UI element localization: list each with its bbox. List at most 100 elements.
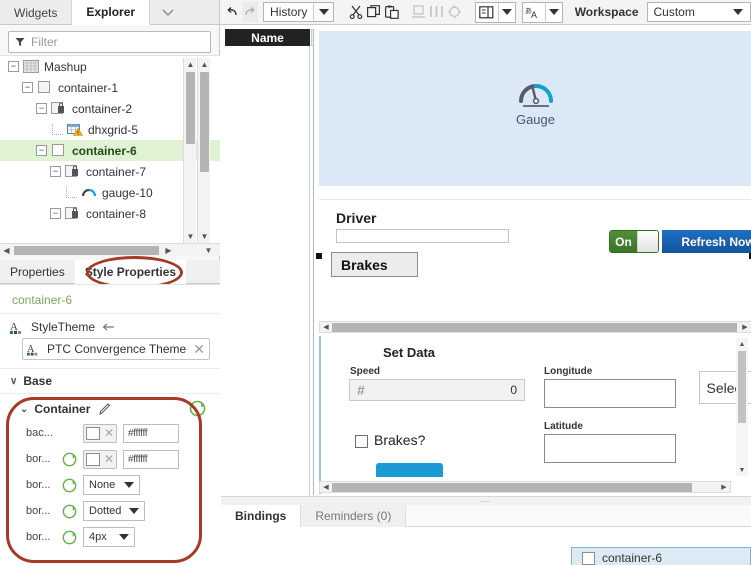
driver-input[interactable] bbox=[336, 229, 509, 243]
scroll-thumb[interactable] bbox=[14, 246, 159, 255]
align-button[interactable] bbox=[410, 2, 426, 22]
color-swatch[interactable] bbox=[86, 453, 100, 466]
submit-button[interactable] bbox=[376, 463, 443, 477]
arrange-button[interactable] bbox=[446, 2, 462, 22]
scroll-left-icon[interactable]: ◀ bbox=[320, 322, 332, 332]
container-section-header[interactable]: ⌄ Container bbox=[8, 398, 212, 420]
set-data-panel[interactable]: Set Data Speed # 0 Brakes? Longitude Lat… bbox=[319, 336, 751, 494]
driver-panel[interactable]: Driver Brakes On Refresh Now bbox=[319, 199, 751, 309]
tree-vertical-scrollbar-inner[interactable]: ▲ ▼ bbox=[183, 58, 196, 243]
translate-icon[interactable]: あ A bbox=[523, 3, 545, 22]
color-hex-input[interactable]: #ffffff bbox=[123, 424, 179, 443]
scroll-thumb[interactable] bbox=[738, 351, 746, 423]
binding-node-container-6[interactable]: container-6 bbox=[571, 547, 751, 565]
scroll-left-icon[interactable]: ◀ bbox=[320, 482, 332, 492]
scroll-up-icon[interactable]: ▲ bbox=[184, 58, 197, 71]
mashup-canvas[interactable]: Gauge Driver Brakes On Refresh Now ◀ ▶ bbox=[313, 29, 751, 495]
expander-collapse-icon[interactable]: − bbox=[50, 208, 61, 219]
tree-vertical-scrollbar-outer[interactable]: ▲ ▼ bbox=[197, 58, 210, 243]
scroll-thumb[interactable] bbox=[200, 72, 209, 172]
refresh-circle-icon[interactable] bbox=[62, 504, 77, 519]
expander-collapse-icon[interactable]: − bbox=[22, 82, 33, 93]
refresh-circle-icon[interactable] bbox=[62, 478, 77, 493]
pencil-icon[interactable] bbox=[99, 403, 111, 415]
panel-splitter[interactable]: ⋯ bbox=[221, 496, 751, 505]
chevron-down-icon[interactable] bbox=[545, 3, 562, 22]
tab-properties[interactable]: Properties bbox=[0, 260, 75, 284]
driver-horizontal-scrollbar[interactable]: ◀ ▶ bbox=[319, 321, 751, 333]
tab-bindings[interactable]: Bindings bbox=[221, 505, 300, 527]
longitude-input[interactable] bbox=[544, 379, 676, 408]
clear-color-icon[interactable]: ✕ bbox=[102, 426, 116, 440]
translate-split-button[interactable]: あ A bbox=[522, 2, 563, 23]
speed-input[interactable]: # 0 bbox=[349, 379, 525, 401]
brakes-checkbox[interactable] bbox=[355, 435, 368, 448]
refresh-circle-icon[interactable] bbox=[62, 452, 77, 467]
chevron-down-icon[interactable] bbox=[150, 0, 186, 25]
close-icon[interactable]: ✕ bbox=[193, 341, 205, 358]
color-hex-input[interactable]: #ffffff bbox=[123, 450, 179, 469]
expander-collapse-icon[interactable]: − bbox=[8, 61, 19, 72]
style-properties-body: container-6 A StyleTheme A bbox=[0, 284, 220, 565]
scroll-down-icon[interactable]: ▼ bbox=[198, 230, 211, 243]
color-swatch-picker[interactable]: ✕ bbox=[83, 424, 117, 443]
brakes-button[interactable]: Brakes bbox=[331, 252, 418, 277]
border-width-select[interactable]: 4px bbox=[83, 527, 135, 547]
cut-button[interactable] bbox=[348, 2, 364, 22]
chevron-down-icon[interactable] bbox=[313, 3, 333, 21]
expander-collapse-icon[interactable]: − bbox=[36, 103, 47, 114]
distribute-button[interactable] bbox=[428, 2, 444, 22]
border-type-select[interactable]: Dotted bbox=[83, 501, 145, 521]
border-style-select[interactable]: None bbox=[83, 475, 140, 495]
set-data-vertical-scrollbar[interactable]: ▲ ▼ bbox=[736, 338, 748, 476]
layout-icon[interactable] bbox=[476, 3, 498, 22]
scroll-left-icon[interactable]: ◀ bbox=[0, 244, 13, 257]
selection-handle-left[interactable] bbox=[316, 253, 322, 259]
scroll-down-icon[interactable]: ▼ bbox=[202, 244, 215, 257]
refresh-circle-icon[interactable] bbox=[62, 530, 77, 545]
latitude-input[interactable] bbox=[544, 434, 676, 463]
paste-button[interactable] bbox=[384, 2, 400, 22]
scroll-thumb[interactable] bbox=[186, 72, 195, 144]
scroll-up-icon[interactable]: ▲ bbox=[736, 338, 748, 350]
clear-color-icon[interactable]: ✕ bbox=[102, 452, 116, 466]
refresh-now-button[interactable]: Refresh Now bbox=[662, 230, 751, 253]
name-column-body[interactable] bbox=[225, 46, 310, 511]
tab-style-properties[interactable]: Style Properties bbox=[75, 260, 186, 284]
chevron-down-icon[interactable] bbox=[726, 9, 750, 15]
tree-horizontal-scrollbar[interactable]: ◀ ▶ bbox=[0, 243, 197, 256]
color-swatch[interactable] bbox=[86, 427, 100, 440]
tab-reminders[interactable]: Reminders (0) bbox=[300, 505, 406, 527]
expander-collapse-icon[interactable]: − bbox=[50, 166, 61, 177]
gauge-widget[interactable]: Gauge bbox=[319, 81, 751, 127]
filter-input-wrap[interactable]: Filter bbox=[8, 31, 211, 53]
undo-button[interactable] bbox=[224, 2, 240, 22]
scroll-thumb[interactable] bbox=[332, 483, 692, 492]
scroll-right-icon[interactable]: ▶ bbox=[162, 244, 175, 257]
scroll-up-icon[interactable]: ▲ bbox=[198, 58, 211, 71]
bind-arrow-icon[interactable] bbox=[101, 322, 115, 332]
refresh-circle-icon[interactable] bbox=[189, 400, 206, 417]
chevron-down-icon[interactable] bbox=[498, 3, 515, 22]
set-data-horizontal-scrollbar[interactable]: ◀ ▶ bbox=[319, 481, 731, 493]
layout-split-button[interactable] bbox=[475, 2, 516, 23]
chevron-down-glyph bbox=[161, 8, 175, 18]
scroll-right-icon[interactable]: ▶ bbox=[718, 482, 730, 492]
expander-collapse-icon[interactable]: − bbox=[36, 145, 47, 156]
redo-button[interactable] bbox=[242, 2, 258, 22]
tab-explorer[interactable]: Explorer bbox=[72, 0, 150, 25]
on-off-toggle[interactable]: On bbox=[609, 230, 659, 253]
history-dropdown[interactable]: History bbox=[263, 2, 334, 22]
workspace-dropdown[interactable]: Custom bbox=[647, 2, 751, 22]
base-section-header[interactable]: ∨ Base bbox=[0, 368, 220, 394]
style-theme-chip[interactable]: A PTC Convergence Theme ✕ bbox=[22, 338, 210, 360]
scroll-down-icon[interactable]: ▼ bbox=[184, 230, 197, 243]
scroll-right-icon[interactable]: ▶ bbox=[739, 322, 751, 332]
color-swatch-picker[interactable]: ✕ bbox=[83, 450, 117, 469]
copy-button[interactable] bbox=[366, 2, 382, 22]
scroll-down-icon[interactable]: ▼ bbox=[736, 464, 748, 476]
scroll-thumb[interactable] bbox=[332, 323, 737, 332]
gauge-widget-panel[interactable]: Gauge bbox=[319, 31, 751, 186]
toggle-knob[interactable] bbox=[637, 231, 658, 252]
tab-widgets[interactable]: Widgets bbox=[0, 0, 72, 25]
